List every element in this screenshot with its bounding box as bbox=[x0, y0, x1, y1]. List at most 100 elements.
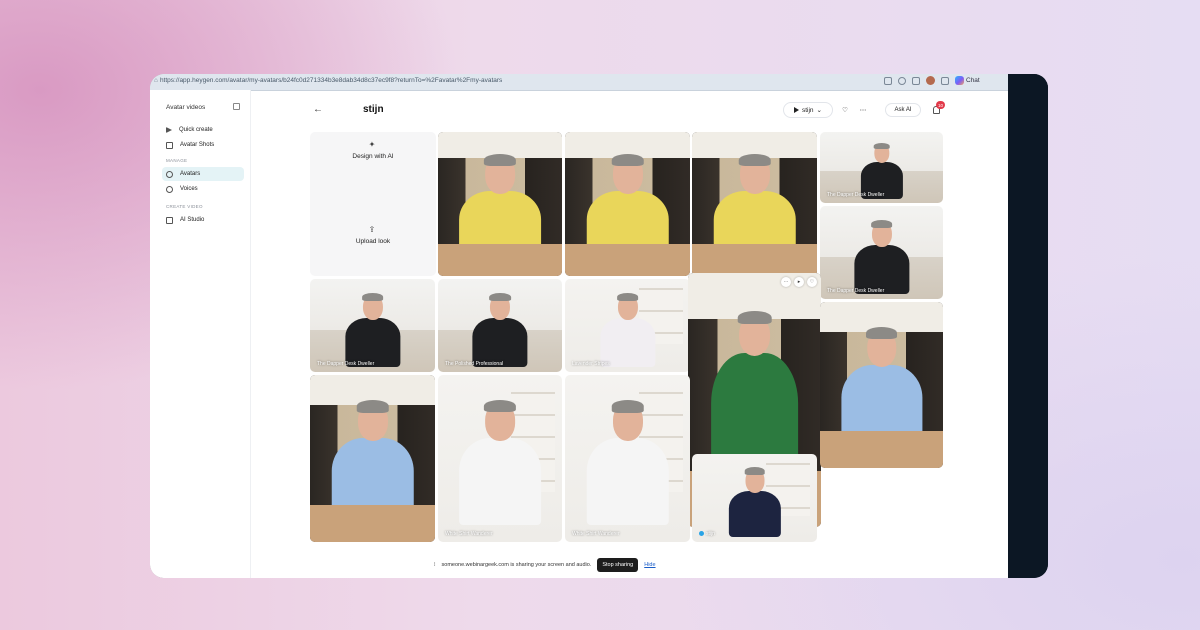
browser-toolbar: Chat bbox=[884, 76, 980, 85]
look-label-text: White Shirt Wanderer bbox=[572, 531, 620, 537]
notification-badge: 10 bbox=[936, 101, 945, 109]
magic-wand-icon: ✦ bbox=[368, 140, 376, 149]
upload-icon: ⇪ bbox=[368, 225, 376, 234]
copilot-chat-button[interactable]: Chat bbox=[955, 76, 980, 85]
heart-icon[interactable]: ♡ bbox=[807, 277, 817, 287]
person-hair bbox=[865, 326, 898, 340]
avatar-look-tile[interactable]: stijn bbox=[692, 454, 817, 542]
look-label: Yellow Shirt, Red Pants bbox=[445, 265, 497, 271]
url-text: https://app.heygen.com/avatar/my-avatars… bbox=[159, 77, 503, 84]
person-torso bbox=[599, 318, 656, 367]
collapse-sidebar-icon[interactable] bbox=[233, 103, 240, 110]
copilot-icon bbox=[955, 76, 964, 85]
sidebar-item-voices[interactable]: Voices bbox=[162, 182, 244, 196]
avatar-look-tile[interactable]: The Dapper Desk Dweller bbox=[820, 132, 943, 203]
avatar-look-tile[interactable]: stijn (Eye Contact Correction) bbox=[820, 302, 943, 468]
more-menu-icon[interactable] bbox=[941, 76, 949, 85]
person-torso bbox=[472, 318, 528, 367]
browser-window: ⌂ https://app.heygen.com/avatar/my-avatar… bbox=[150, 74, 1008, 578]
avatar-look-tile[interactable]: White Shirt Wanderer bbox=[565, 375, 690, 542]
person-hair bbox=[483, 400, 517, 413]
look-label-text: Yellow Shirt, Red Pants bbox=[699, 265, 752, 271]
look-label-text: Yellow Shirt, Red Pants bbox=[445, 265, 498, 271]
avatar-look-tile[interactable]: White Shirt Wanderer bbox=[438, 375, 562, 542]
section-label-manage: MANAGE bbox=[166, 158, 188, 163]
look-label: Yellow Shirt, Red Pants bbox=[699, 265, 751, 271]
extensions-icon[interactable] bbox=[912, 76, 920, 85]
person-torso bbox=[459, 191, 541, 267]
ask-ai-button[interactable]: Ask AI bbox=[885, 103, 921, 117]
sidebar: Avatar videos Quick create Avatar Shots … bbox=[150, 90, 251, 578]
screen-share-bar: ⁞ someone.webinargeek.com is sharing you… bbox=[434, 558, 656, 572]
tile-hover-actions: ⋯ ▸ ♡ bbox=[781, 277, 817, 287]
voice-selector[interactable]: stijn ⌄ bbox=[783, 102, 833, 118]
look-label-text: stijn (Eye Contact Correction) bbox=[834, 457, 900, 463]
play-icon bbox=[793, 107, 799, 113]
look-label: stijn bbox=[317, 531, 333, 537]
heart-icon: ♡ bbox=[842, 107, 848, 114]
status-dot-icon bbox=[699, 531, 704, 536]
look-label-text: The Dapper Desk Dweller bbox=[317, 361, 375, 367]
avatar-look-tile[interactable]: The Polished Professional bbox=[438, 279, 562, 372]
avatar-look-tile[interactable]: Yellow Shirt, Red Pants bbox=[692, 132, 817, 276]
avatar-look-tile[interactable]: The Dapper Desk Dweller bbox=[310, 279, 435, 372]
person-torso bbox=[840, 364, 923, 451]
look-label: The Dapper Desk Dweller bbox=[827, 288, 884, 294]
avatar-look-tile[interactable]: The Dapper Desk Dweller bbox=[820, 206, 943, 299]
look-label-text: The Dapper Desk Dweller bbox=[827, 192, 885, 198]
look-label: Lavender Stripes bbox=[572, 361, 610, 367]
person-hair bbox=[361, 292, 384, 302]
hide-link[interactable]: Hide bbox=[644, 562, 655, 568]
person-torso bbox=[728, 491, 781, 537]
look-label-text: The Dapper Desk Dweller bbox=[827, 288, 885, 294]
back-button[interactable]: ← bbox=[313, 104, 323, 115]
person-hair bbox=[738, 153, 771, 167]
person-torso bbox=[459, 438, 541, 525]
address-bar[interactable]: ⌂ https://app.heygen.com/avatar/my-avatar… bbox=[150, 74, 1008, 91]
share-grip-icon: ⁞ bbox=[434, 562, 436, 568]
sidebar-item-avatar-shots[interactable]: Avatar Shots bbox=[162, 138, 244, 152]
lock-icon: ⌂ bbox=[154, 77, 158, 84]
sidebar-item-ai-studio[interactable]: AI Studio bbox=[162, 213, 244, 227]
avatar-look-tile[interactable]: Lavender Stripes bbox=[565, 279, 690, 372]
avatar-look-tile[interactable]: stijn bbox=[310, 375, 435, 542]
person-torso bbox=[713, 191, 796, 267]
stop-sharing-button[interactable]: Stop sharing bbox=[597, 558, 639, 572]
favorite-star-icon[interactable] bbox=[898, 76, 906, 85]
person-torso bbox=[586, 438, 669, 526]
sidebar-title: Avatar videos bbox=[166, 104, 206, 111]
avatar-look-tile[interactable]: Yellow Shirt, Red Pants bbox=[438, 132, 562, 276]
design-with-ai-button[interactable]: Design with AI bbox=[310, 153, 436, 160]
look-label: The Dapper Desk Dweller bbox=[317, 361, 374, 367]
avatar-icon bbox=[166, 170, 173, 178]
screen-share-frame: ⌂ https://app.heygen.com/avatar/my-avatar… bbox=[150, 74, 1048, 578]
play-icon[interactable]: ▸ bbox=[794, 277, 804, 287]
sidebar-item-quick-create[interactable]: Quick create bbox=[162, 123, 244, 137]
look-label-text: Yellow Shirt, Red Pants bbox=[572, 265, 625, 271]
share-message: someone.webinargeek.com is sharing your … bbox=[441, 562, 592, 568]
person-hair bbox=[483, 153, 517, 166]
person-hair bbox=[873, 142, 890, 150]
voice-icon bbox=[166, 185, 173, 193]
page-title: stijn bbox=[363, 104, 384, 115]
section-label-create-video: CREATE VIDEO bbox=[166, 204, 203, 209]
sidebar-item-avatars[interactable]: Avatars bbox=[162, 167, 244, 181]
avatar-look-tile[interactable]: Yellow Shirt, Red Pants bbox=[565, 132, 690, 276]
person-hair bbox=[489, 292, 511, 302]
look-label: The Dapper Desk Dweller bbox=[827, 192, 884, 198]
play-icon bbox=[166, 127, 172, 133]
look-label: White Shirt Wanderer bbox=[445, 531, 493, 537]
person-hair bbox=[356, 400, 389, 413]
upload-look-button[interactable]: Upload look bbox=[310, 238, 436, 245]
look-label-text: Lavender Stripes bbox=[572, 361, 610, 367]
favorite-button[interactable]: ♡ bbox=[838, 102, 852, 118]
ellipsis-icon: ⋯ bbox=[859, 107, 867, 114]
more-icon[interactable]: ⋯ bbox=[781, 277, 791, 287]
person-hair bbox=[616, 292, 639, 302]
person-hair bbox=[744, 467, 765, 476]
person-hair bbox=[611, 400, 644, 413]
reading-view-icon[interactable] bbox=[884, 76, 892, 85]
profile-avatar[interactable] bbox=[926, 76, 935, 85]
look-label-text: stijn bbox=[324, 531, 333, 537]
more-options-button[interactable]: ⋯ bbox=[856, 102, 870, 118]
